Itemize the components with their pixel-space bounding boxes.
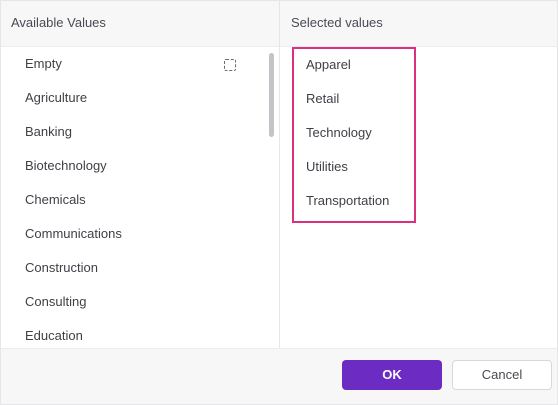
available-item-biotechnology[interactable]: Biotechnology [25, 149, 107, 183]
available-item-consulting[interactable]: Consulting [25, 285, 86, 319]
selected-item-apparel[interactable]: Apparel [306, 48, 351, 82]
available-item-banking[interactable]: Banking [25, 115, 72, 149]
selected-item-transportation[interactable]: Transportation [306, 184, 389, 218]
values-dialog: Available Values Empty Agriculture Banki… [0, 0, 558, 405]
available-item-agriculture[interactable]: Agriculture [25, 81, 87, 115]
dual-list-panes: Available Values Empty Agriculture Banki… [1, 1, 557, 348]
selected-values-header: Selected values [280, 1, 557, 47]
available-values-list: Empty Agriculture Banking Biotechnology … [1, 47, 279, 348]
available-item-chemicals[interactable]: Chemicals [25, 183, 86, 217]
available-values-header: Available Values [1, 1, 279, 47]
dialog-footer: OK Cancel [1, 348, 557, 404]
available-item-communications[interactable]: Communications [25, 217, 122, 251]
available-list-scrollbar[interactable] [269, 53, 274, 137]
available-item-education[interactable]: Education [25, 319, 83, 348]
selected-item-technology[interactable]: Technology [306, 116, 372, 150]
available-values-pane: Available Values Empty Agriculture Banki… [1, 1, 280, 348]
ok-button[interactable]: OK [342, 360, 442, 390]
cancel-button[interactable]: Cancel [452, 360, 552, 390]
selected-item-retail[interactable]: Retail [306, 82, 339, 116]
available-item-empty[interactable]: Empty [25, 47, 62, 81]
selected-item-utilities[interactable]: Utilities [306, 150, 348, 184]
dashed-square-icon[interactable] [224, 59, 236, 71]
available-item-construction[interactable]: Construction [25, 251, 98, 285]
